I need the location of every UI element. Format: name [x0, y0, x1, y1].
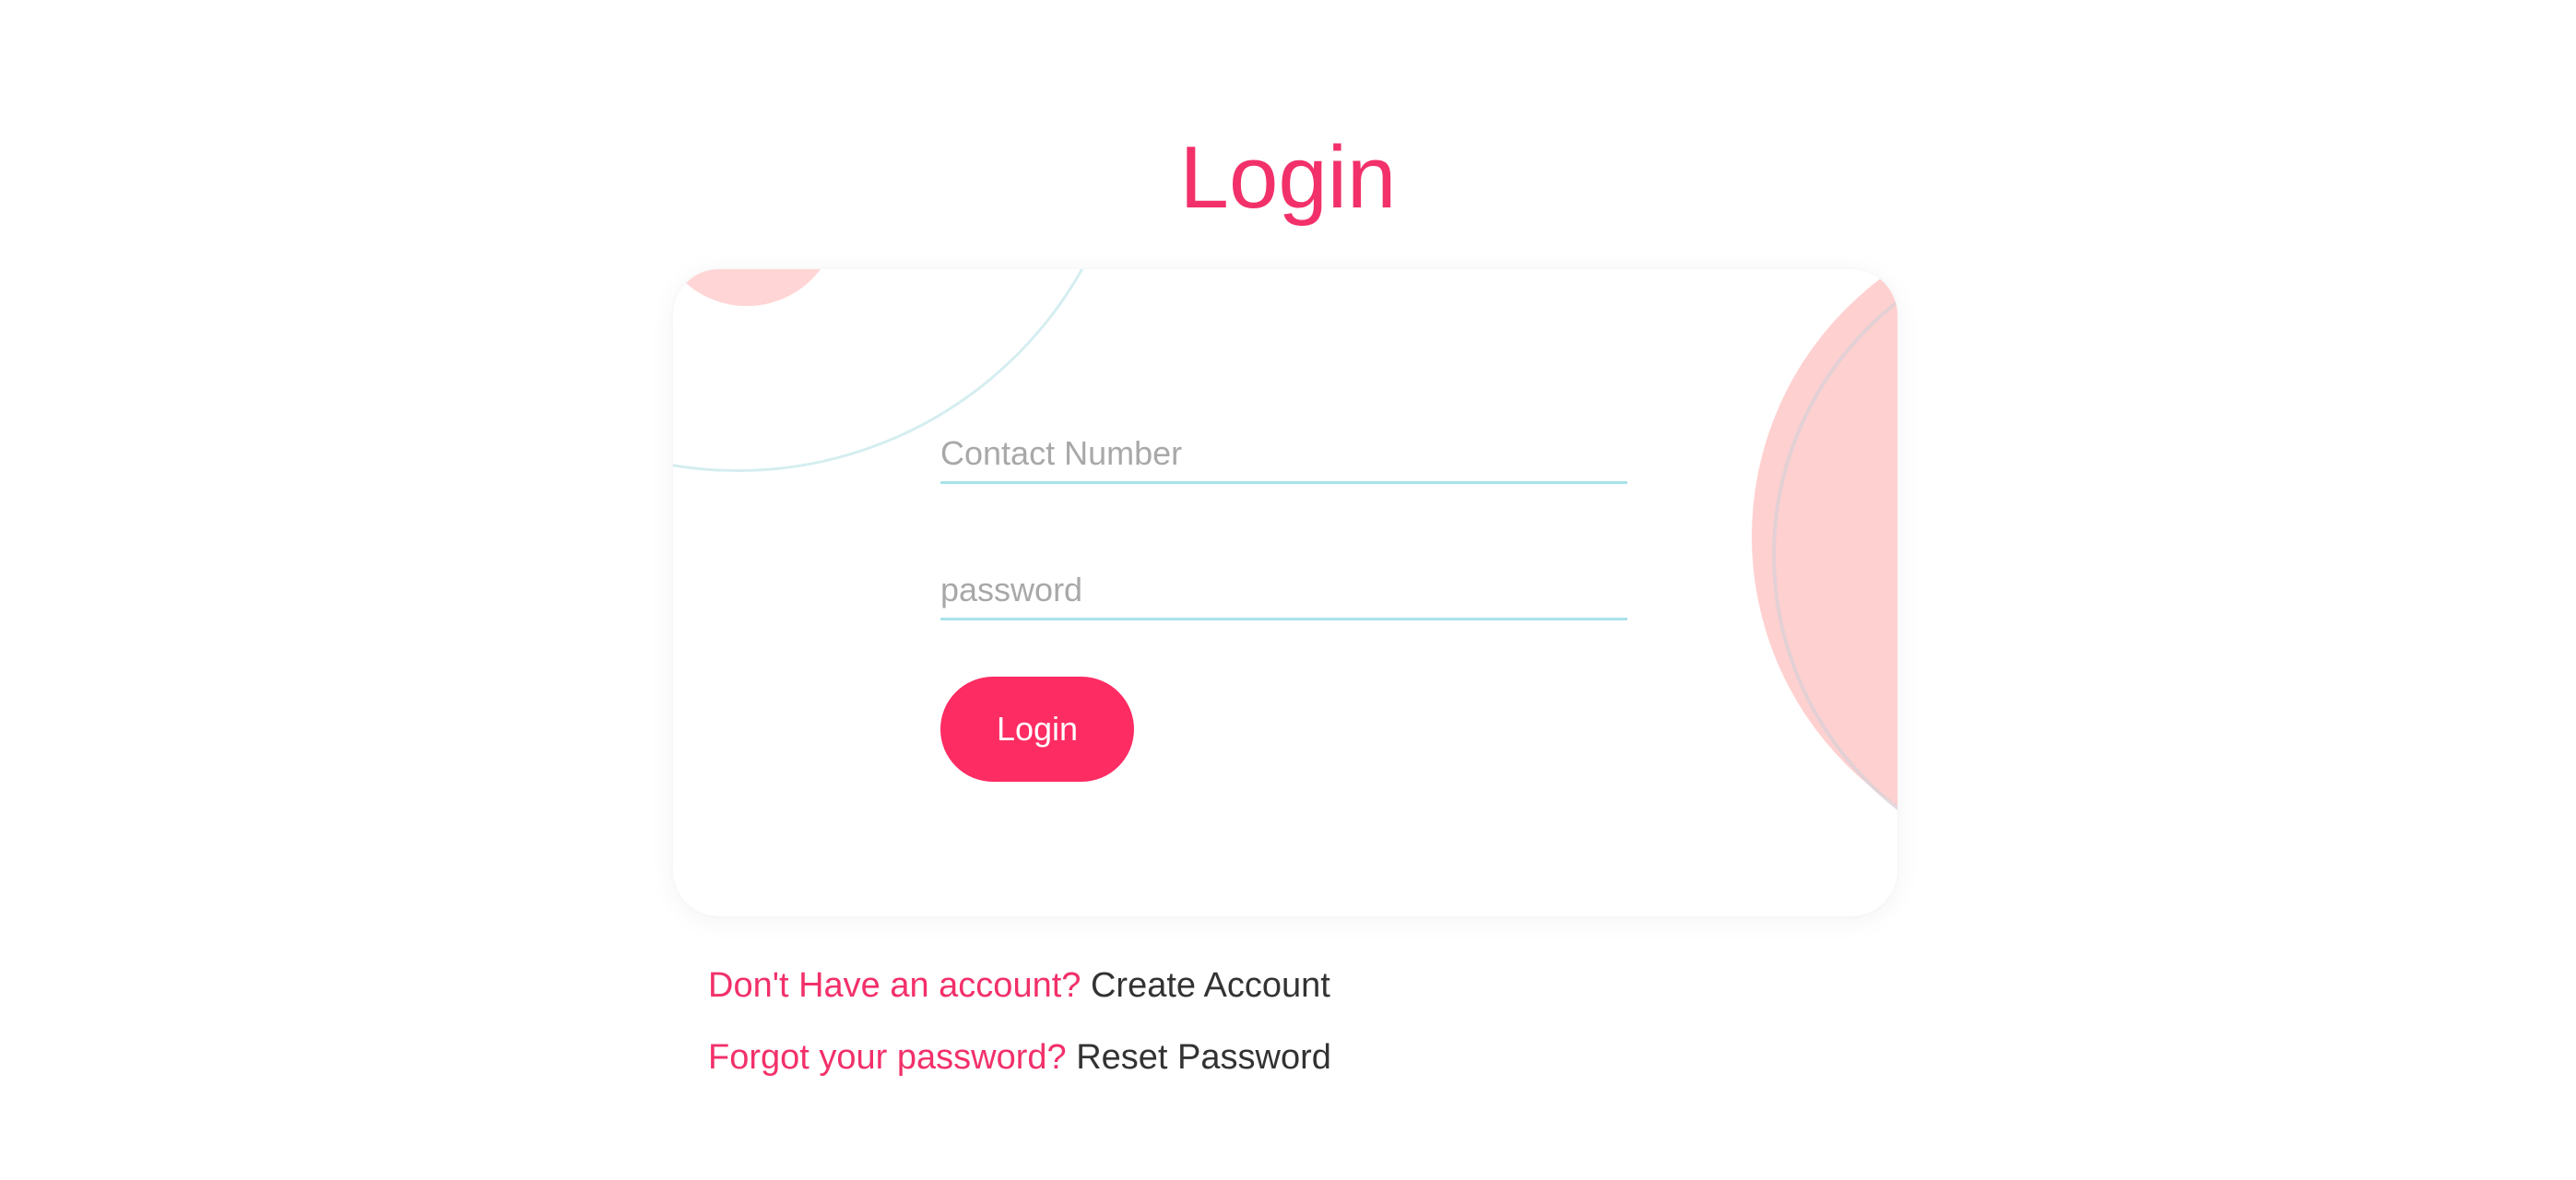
- password-input[interactable]: [940, 562, 1627, 620]
- signup-row: Don't Have an account? Create Account: [708, 959, 1331, 1012]
- auth-links: Don't Have an account? Create Account Fo…: [708, 959, 1331, 1103]
- page-title: Login: [1179, 128, 1397, 227]
- login-card: Login: [673, 269, 1897, 916]
- create-account-link[interactable]: Create Account: [1091, 966, 1330, 1005]
- login-button[interactable]: Login: [940, 677, 1134, 782]
- reset-row: Forgot your password? Reset Password: [708, 1031, 1331, 1084]
- reset-prompt: Forgot your password?: [708, 1038, 1067, 1077]
- reset-password-link[interactable]: Reset Password: [1076, 1038, 1331, 1077]
- signup-prompt: Don't Have an account?: [708, 966, 1081, 1005]
- contact-number-input[interactable]: [940, 426, 1627, 484]
